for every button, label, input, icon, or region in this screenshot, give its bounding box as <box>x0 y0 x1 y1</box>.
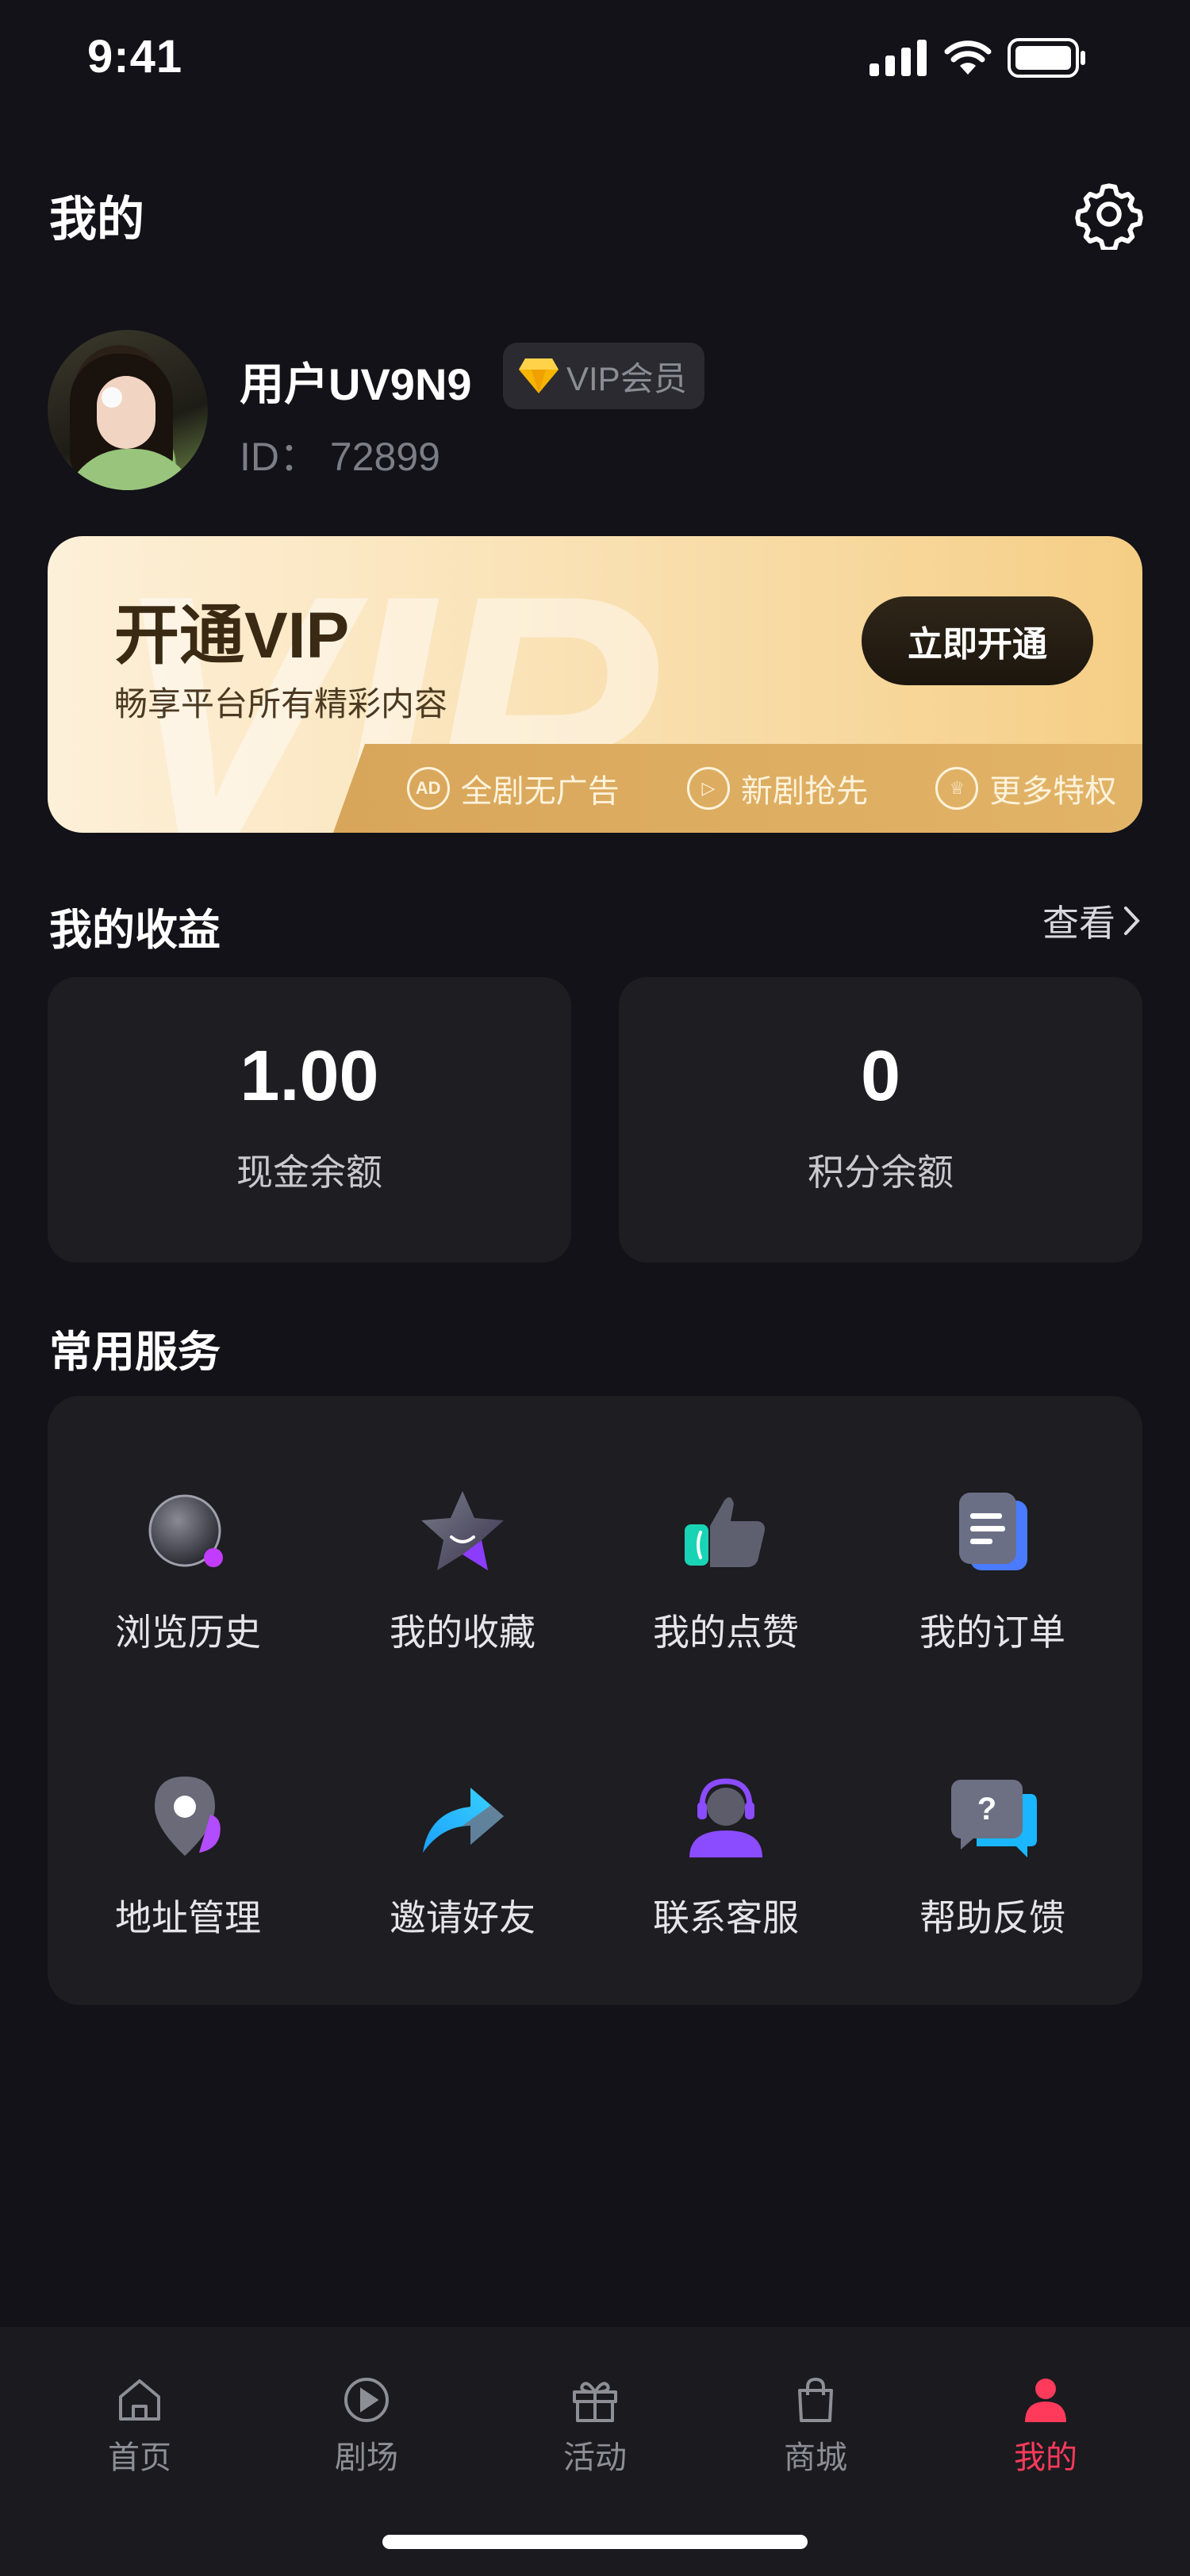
customer-service-icon <box>689 1778 762 1857</box>
diamond-icon <box>519 358 559 393</box>
vip-perks: AD 全剧无广告 ▷ 新剧抢先 ♕ 更多特权 <box>333 744 1142 833</box>
page-title: 我的 <box>49 193 144 246</box>
vip-title: 开通VIP <box>114 600 350 672</box>
vip-badge-label: VIP会员 <box>566 359 687 397</box>
wifi-icon <box>944 40 992 75</box>
share-icon <box>423 1788 504 1853</box>
points-balance-card[interactable]: 0 积分余额 <box>619 977 1142 1263</box>
points-balance-value: 0 <box>860 1037 901 1116</box>
vip-subtitle: 畅享平台所有精彩内容 <box>114 685 448 723</box>
nav-item-activity[interactable]: 活动 <box>516 2375 674 2478</box>
status-bar: 9:41 <box>0 0 1190 119</box>
view-label: 查看 <box>1042 903 1115 944</box>
nav-label: 首页 <box>108 2440 171 2475</box>
thumbs-up-icon <box>685 1497 765 1567</box>
vip-card[interactable]: VIP 开通VIP 畅享平台所有精彩内容 立即开通 AD 全剧无广告 ▷ 新剧抢… <box>48 536 1142 833</box>
nav-item-profile[interactable]: 我的 <box>966 2375 1125 2478</box>
service-label: 我的点赞 <box>653 1612 799 1653</box>
signal-icon <box>869 40 927 76</box>
nav-item-home[interactable]: 首页 <box>60 2375 219 2478</box>
nav-label: 活动 <box>563 2440 627 2475</box>
home-icon <box>119 2379 160 2421</box>
perk-label: 全剧无广告 <box>460 774 620 809</box>
star-icon <box>421 1491 504 1570</box>
perk-more-privileges: ♕ 更多特权 <box>935 765 1116 811</box>
services-card: 浏览历史 我的收藏 我的点赞 我的订单 地址管理 邀请好友 联系客服 ? 帮助反… <box>48 1396 1142 2005</box>
nav-label: 商城 <box>784 2440 847 2475</box>
services-title: 常用服务 <box>49 1328 221 1376</box>
nav-item-mall[interactable]: 商城 <box>736 2375 895 2478</box>
service-label: 我的订单 <box>919 1612 1065 1653</box>
help-icon: ? <box>951 1780 1037 1857</box>
nav-label: 我的 <box>1014 2440 1077 2475</box>
vip-badge: VIP会员 <box>503 343 704 409</box>
gift-icon <box>573 2382 617 2422</box>
service-label: 帮助反馈 <box>919 1897 1065 1938</box>
service-label: 我的收藏 <box>390 1612 536 1653</box>
nav-item-theater[interactable]: 剧场 <box>287 2375 446 2478</box>
service-browse-history[interactable]: 浏览历史 <box>57 1485 319 1691</box>
perk-label: 更多特权 <box>989 774 1117 809</box>
avatar[interactable] <box>48 330 208 490</box>
cash-balance-card[interactable]: 1.00 现金余额 <box>48 977 571 1263</box>
service-label: 浏览历史 <box>115 1612 261 1653</box>
chevron-right-icon <box>1124 907 1140 935</box>
points-balance-label: 积分余额 <box>808 1152 954 1193</box>
cash-balance-label: 现金余额 <box>236 1152 382 1193</box>
status-icons <box>869 38 1087 78</box>
order-icon <box>959 1493 1027 1570</box>
location-icon <box>155 1777 221 1856</box>
battery-icon <box>1008 38 1085 78</box>
service-label: 邀请好友 <box>390 1897 536 1938</box>
user-id: ID： 72899 <box>240 425 440 482</box>
service-orders[interactable]: 我的订单 <box>862 1485 1123 1691</box>
vip-open-button[interactable]: 立即开通 <box>862 596 1093 685</box>
perk-early-access: ▷ 新剧抢先 <box>686 765 868 811</box>
service-customer-support[interactable]: 联系客服 <box>595 1770 857 1976</box>
status-time: 9:41 <box>87 31 183 82</box>
service-favorites[interactable]: 我的收藏 <box>332 1485 593 1691</box>
service-help-feedback[interactable]: ? 帮助反馈 <box>862 1770 1123 1976</box>
service-likes[interactable]: 我的点赞 <box>595 1485 857 1691</box>
service-label: 地址管理 <box>115 1897 261 1938</box>
cash-balance-value: 1.00 <box>240 1037 379 1116</box>
crown-icon: ♕ <box>935 767 979 810</box>
service-address[interactable]: 地址管理 <box>57 1770 319 1976</box>
shopping-bag-icon <box>798 2378 833 2422</box>
history-icon <box>148 1494 223 1567</box>
ad-icon: AD <box>406 767 450 810</box>
profile-icon <box>1025 2379 1066 2422</box>
user-id-label: ID： <box>240 435 319 479</box>
play-icon <box>344 2378 389 2422</box>
home-indicator[interactable] <box>382 2535 808 2549</box>
gear-icon <box>1075 183 1143 250</box>
service-label: 联系客服 <box>653 1897 799 1938</box>
user-id-value: 72899 <box>329 435 440 479</box>
perk-label: 新剧抢先 <box>740 774 868 809</box>
username: 用户UV9N9 <box>240 359 472 409</box>
svg-text:?: ? <box>977 1792 996 1827</box>
service-invite[interactable]: 邀请好友 <box>332 1770 593 1976</box>
play-circle-icon: ▷ <box>686 767 730 810</box>
nav-label: 剧场 <box>335 2440 398 2475</box>
settings-button[interactable] <box>1071 176 1147 252</box>
earnings-view-link[interactable]: 查看 <box>1042 895 1141 947</box>
perk-no-ads: AD 全剧无广告 <box>406 765 620 811</box>
earnings-title: 我的收益 <box>49 907 221 954</box>
